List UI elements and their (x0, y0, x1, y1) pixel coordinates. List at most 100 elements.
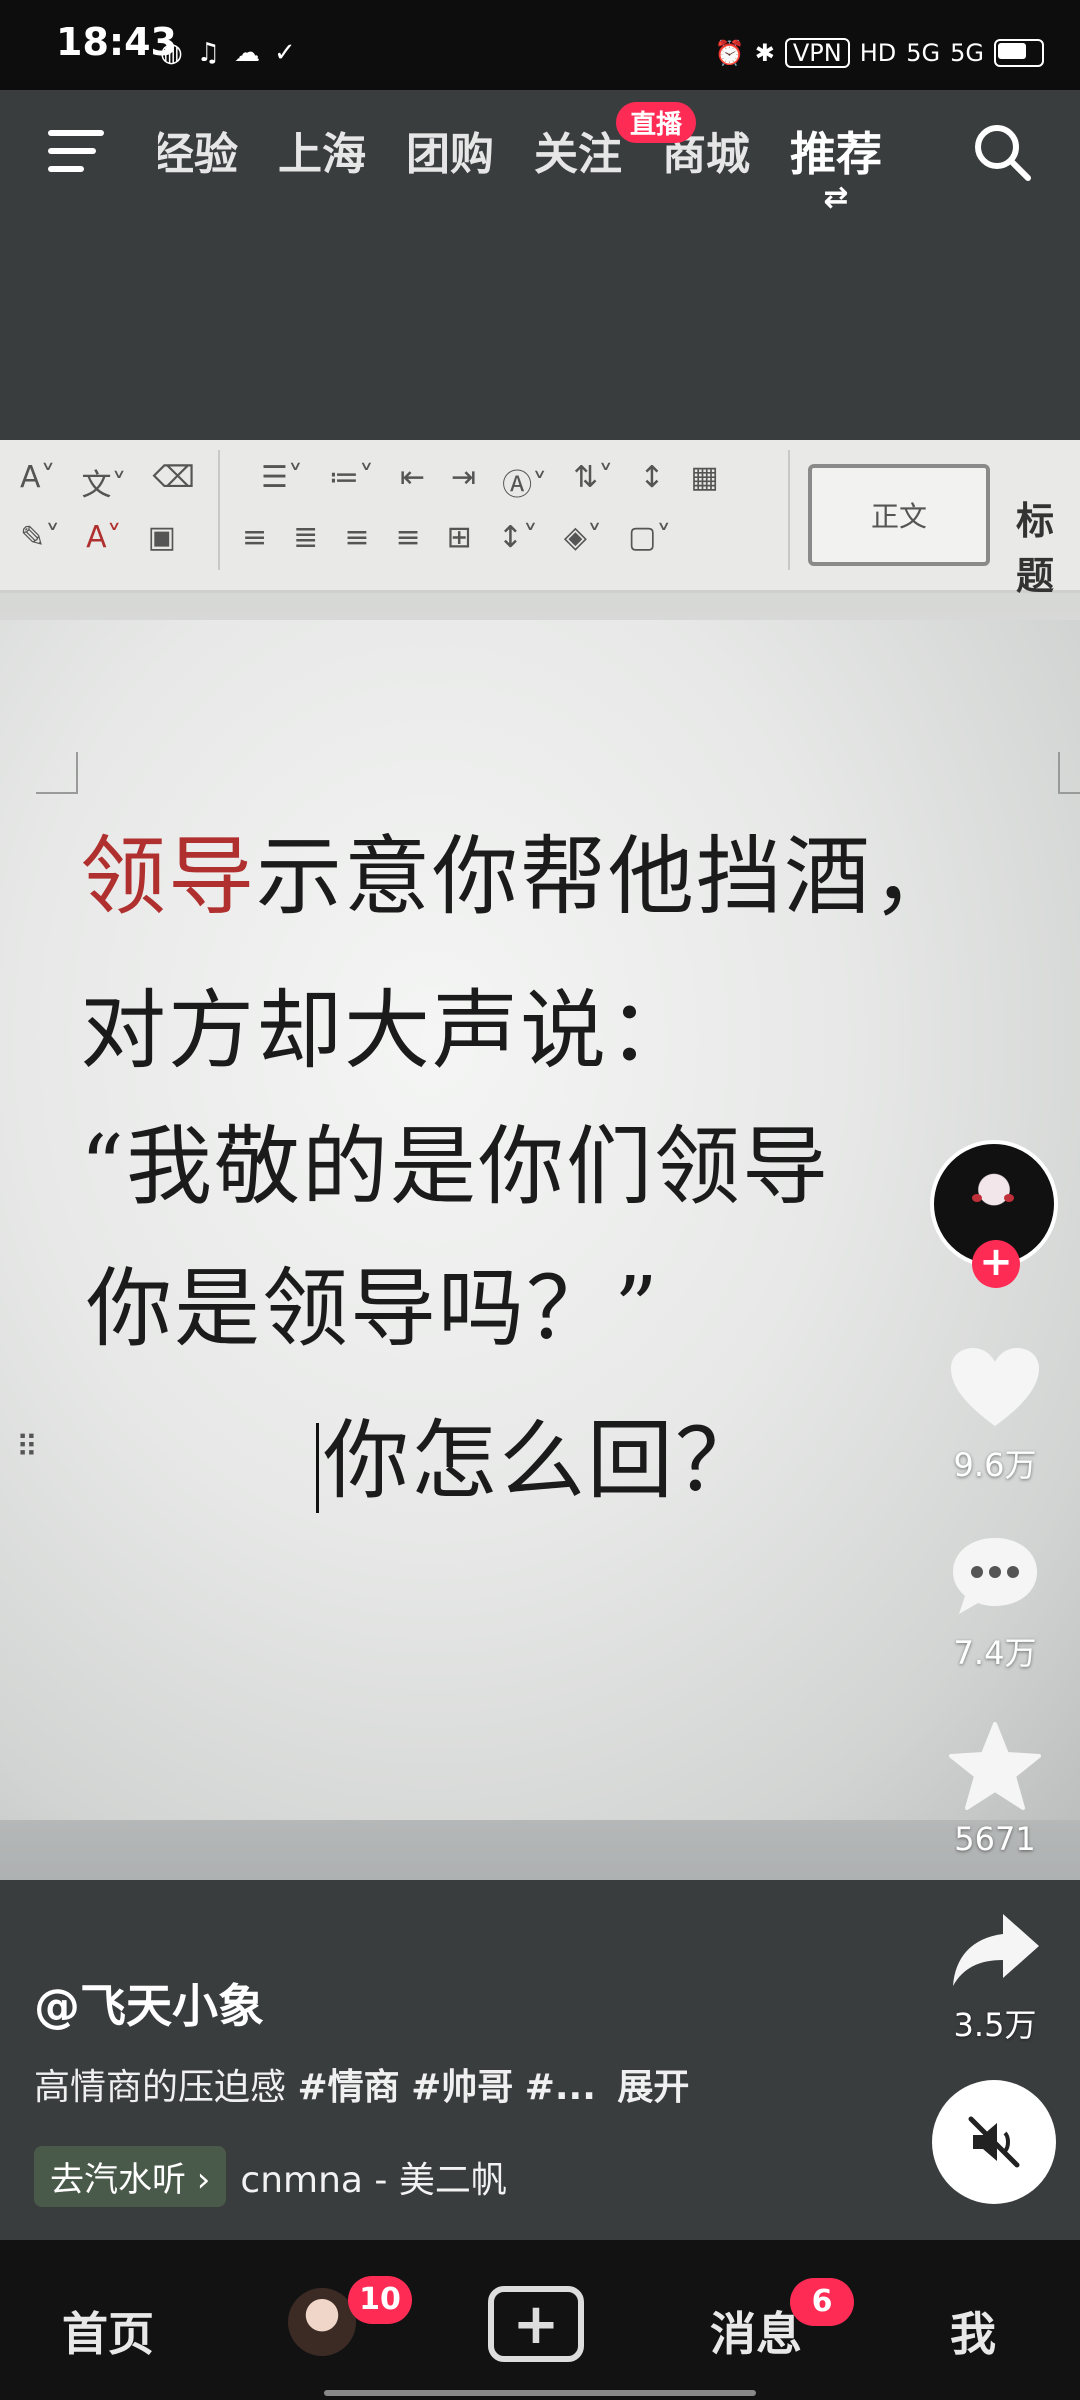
tab-experience[interactable]: 经验 (158, 118, 258, 184)
author-name[interactable]: @飞天小象 (34, 1970, 914, 2036)
doc-line-5: 你怎么回？ (316, 1390, 763, 1515)
margin-corner-left (36, 752, 78, 794)
shading-icon: ◈˅ (563, 520, 602, 555)
nav-messages[interactable]: 消息 (710, 2298, 802, 2364)
font-size-icon: A˅ (20, 460, 56, 495)
text-cursor (316, 1422, 319, 1513)
numbering-icon: ≔˅ (328, 460, 374, 495)
bottom-nav: 首页 10 + 消息 6 我 (0, 2240, 1080, 2400)
char-shade-icon: ▣ (147, 520, 177, 555)
indent-icon: ⇥ (451, 460, 477, 495)
switch-icon: ⇄ (823, 180, 849, 215)
table-icon: ▦ (690, 460, 719, 495)
expand-link[interactable]: 展开 (617, 2067, 689, 2108)
ribbon-separator (218, 450, 220, 570)
hashtag-3[interactable]: #... (525, 2067, 596, 2108)
hashtag-2[interactable]: #帅哥 (411, 2067, 513, 2108)
align-left-icon: ≡ (242, 520, 268, 555)
like-count: 9.6万 (953, 1446, 1037, 1484)
align-right-icon: ≡ (344, 520, 370, 555)
style-normal: 正文 (808, 464, 990, 566)
justify-icon: ≡ (395, 520, 421, 555)
comment-count: 7.4万 (953, 1634, 1037, 1672)
messages-badge: 6 (790, 2278, 854, 2326)
margin-corner-right (1058, 752, 1080, 794)
music-title[interactable]: cnmna - 美二帆 (240, 2151, 506, 2203)
align-center-icon: ≣ (293, 520, 319, 555)
outdent-icon: ⇤ (399, 460, 425, 495)
star-icon (949, 1722, 1041, 1810)
nav-friends-avatar[interactable] (288, 2288, 356, 2356)
menu-icon[interactable] (48, 130, 104, 174)
eraser-icon: ⌫ (152, 460, 195, 495)
comment-icon (953, 1538, 1037, 1614)
friends-badge: 10 (348, 2276, 412, 2324)
doc-line-1: 领导示意你帮他挡酒， (80, 806, 960, 931)
sort-az-icon: ↕ (639, 460, 665, 495)
vpn-indicator: VPN (784, 38, 850, 68)
style-heading: 标题 (1016, 499, 1055, 598)
battery-icon (994, 39, 1044, 67)
doc-line-1-text: 示意你帮他挡酒， (256, 827, 960, 927)
share-icon (953, 1914, 1039, 1986)
ribbon-row-1: A˅ 文˅ ⌫ ☰˅ ≔˅ ⇤ ⇥ Ⓐ˅ ⇅˅ ↕ ▦ (20, 460, 719, 504)
border-icon: ▢˅ (627, 520, 672, 555)
cloud-icon: ☁ (234, 38, 260, 68)
tab-shanghai[interactable]: 上海 (258, 118, 386, 184)
video-description: 高情商的压迫感 #情商 #帅哥 #... 展开 (34, 2058, 914, 2110)
ribbon-separator (788, 450, 790, 570)
hd-icon: HD (859, 39, 897, 67)
ribbon-row-2: ✎˅ A˅ ▣ ≡ ≣ ≡ ≡ ⊞ ↕˅ ◈˅ ▢˅ (20, 520, 671, 555)
live-badge[interactable]: 直播 (616, 102, 697, 143)
tab-group-buy[interactable]: 团购 (386, 118, 514, 184)
doc-line-5-text: 你怎么回？ (323, 1411, 763, 1511)
status-bar: 18:43 ◍ ♫ ☁ ✓ ⏰ ✱ VPN HD 5G 5G (0, 0, 1080, 90)
search-icon[interactable] (972, 122, 1032, 182)
video-caption: @飞天小象 高情商的压迫感 #情商 #帅哥 #... 展开 (34, 1970, 914, 2110)
line-spacing-icon: ↕˅ (497, 520, 538, 555)
nav-home[interactable]: 首页 (62, 2298, 154, 2364)
bullets-icon: ☰˅ (260, 460, 303, 495)
globe-icon: ◍ (160, 38, 183, 68)
favorite-count: 5671 (954, 1820, 1036, 1858)
doc-line-4: 你是领导吗？” (86, 1259, 660, 1359)
tab-recommend[interactable]: 推荐 ⇄ (770, 118, 902, 215)
qishui-listen-button[interactable]: 去汽水听 › (34, 2146, 227, 2207)
top-tabs: 经验 上海 团购 关注 商城 推荐 ⇄ (130, 118, 902, 215)
doc-highlight: 领导 (80, 827, 256, 927)
doc-line-3: “我敬的是你们领导 (80, 1117, 830, 1217)
sort-icon: ⇅˅ (573, 460, 614, 495)
author-avatar[interactable]: + (930, 1140, 1058, 1288)
comment-button[interactable]: 7.4万 (940, 1534, 1050, 1674)
hashtag-1[interactable]: #情商 (297, 2067, 399, 2108)
highlight-icon: ✎˅ (20, 520, 61, 555)
mute-icon (968, 2116, 1020, 2168)
text-direction-icon: Ⓐ˅ (502, 468, 548, 503)
nav-me[interactable]: 我 (950, 2298, 996, 2364)
bluetooth-icon: ✱ (754, 39, 775, 67)
font-color-icon: A˅ (86, 520, 122, 555)
music-row: 去汽水听 › cnmna - 美二帆 (34, 2146, 507, 2207)
bell-icon: ♫ (196, 38, 220, 68)
mute-button[interactable] (932, 2080, 1056, 2204)
like-button[interactable]: 9.6万 (940, 1346, 1050, 1486)
alarm-icon: ⏰ (714, 39, 745, 67)
check-icon: ✓ (274, 38, 296, 68)
status-right-icons: ⏰ ✱ VPN HD 5G 5G (715, 38, 1044, 68)
phonetic-icon: 文˅ (81, 468, 127, 503)
share-count: 3.5万 (953, 2006, 1037, 2044)
tab-recommend-label: 推荐 (790, 127, 882, 181)
home-indicator (324, 2390, 756, 2396)
create-button[interactable]: + (488, 2286, 584, 2362)
share-button[interactable]: 3.5万 (940, 1910, 1050, 2046)
heart-icon (951, 1348, 1039, 1426)
status-time: 18:43 (56, 20, 177, 64)
doc-line-2: 对方却大声说： (80, 981, 696, 1081)
signal-5g-2: 5G (950, 39, 984, 67)
favorite-button[interactable]: 5671 (940, 1722, 1050, 1858)
distribute-icon: ⊞ (446, 520, 472, 555)
status-left-icons: ◍ ♫ ☁ ✓ (160, 38, 296, 68)
drag-handle-icon: ⠿ (16, 1430, 38, 1465)
follow-button[interactable]: + (972, 1240, 1020, 1288)
description-text: 高情商的压迫感 (34, 2067, 287, 2108)
